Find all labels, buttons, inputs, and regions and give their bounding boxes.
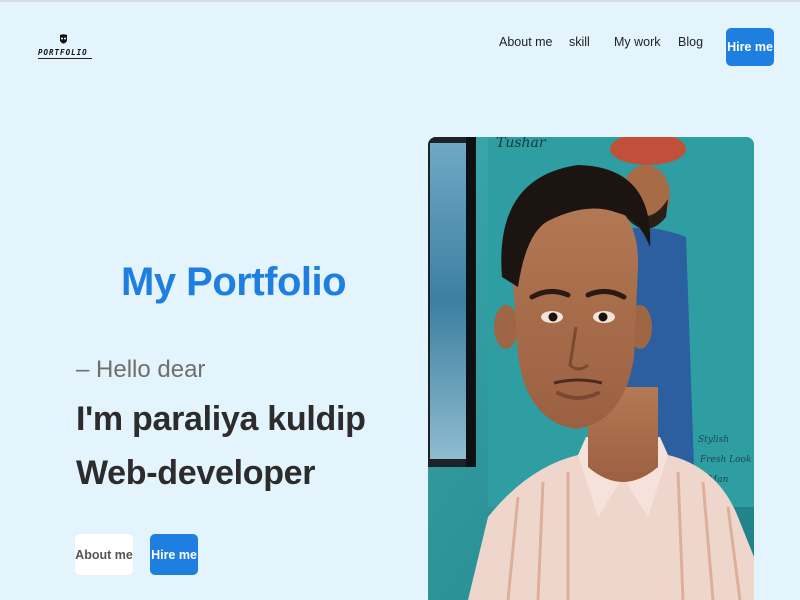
profile-photo: Tushar Stylish Fresh Look Man	[428, 137, 754, 600]
hero-greeting: – Hello dear	[76, 356, 206, 383]
hero-hire-me-button[interactable]: Hire me	[150, 534, 198, 575]
top-border	[0, 0, 800, 2]
about-me-button[interactable]: About me	[75, 534, 133, 575]
nav-my-work[interactable]: My work	[614, 33, 661, 51]
hero-title: My Portfolio	[121, 260, 347, 304]
logo-mask-icon	[60, 34, 67, 44]
hero-name: I'm paraliya kuldip	[76, 400, 366, 438]
profile-photo-illustration: Tushar Stylish Fresh Look Man	[428, 137, 754, 600]
hero-role: Web-developer	[76, 454, 316, 492]
nav-blog[interactable]: Blog	[678, 33, 703, 51]
poster-signature-1: Stylish	[698, 435, 729, 445]
logo-link[interactable]: PORTFOLIO	[38, 34, 94, 62]
poster-signature-2: Fresh Look	[699, 455, 751, 465]
poster-text: Tushar	[496, 137, 547, 151]
nav-about-me[interactable]: About me	[499, 33, 553, 51]
nav-skill[interactable]: skill	[569, 33, 590, 51]
header-hire-me-button[interactable]: Hire me	[726, 28, 774, 66]
logo-underline	[38, 58, 92, 59]
